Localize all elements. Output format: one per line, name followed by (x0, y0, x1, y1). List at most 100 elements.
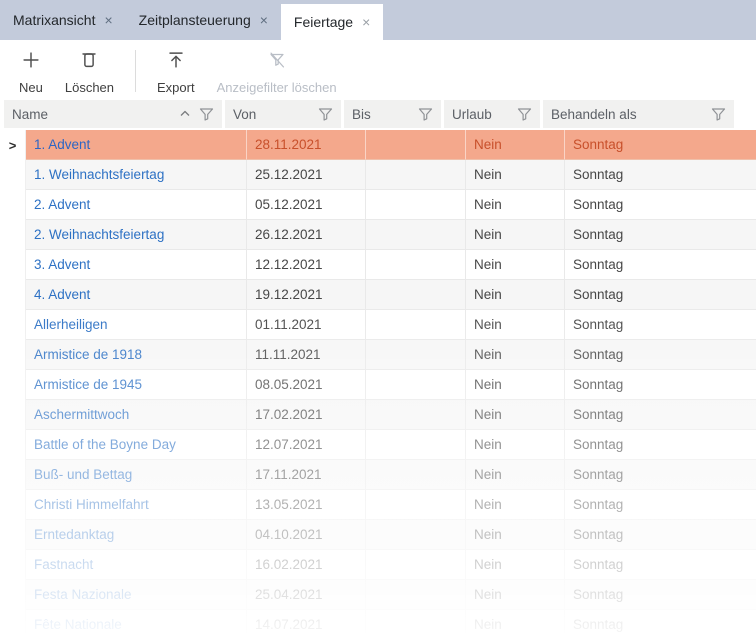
holiday-name-link[interactable]: 1. Weihnachtsfeiertag (34, 167, 164, 182)
column-label: Urlaub (452, 107, 492, 122)
holiday-name-link[interactable]: Buß- und Bettag (34, 467, 132, 482)
row-selection-indicator (0, 340, 26, 370)
bis-cell (366, 520, 466, 550)
tab-feiertage[interactable]: Feiertage × (281, 4, 383, 40)
table-row[interactable]: Allerheiligen01.11.2021NeinSonntag (0, 310, 756, 340)
von-cell-text: 17.11.2021 (255, 467, 322, 482)
bis-cell (366, 190, 466, 220)
tab-label: Matrixansicht (13, 12, 95, 28)
holiday-name-link[interactable]: Fête Nationale (34, 617, 122, 632)
behandeln-als-cell: Sonntag (565, 220, 756, 250)
row-selection-indicator (0, 550, 26, 580)
von-cell: 28.11.2021 (247, 130, 366, 160)
behandeln-als-cell-text: Sonntag (573, 377, 623, 392)
holiday-name-link[interactable]: Aschermittwoch (34, 407, 129, 422)
row-selection-indicator (0, 580, 26, 610)
holiday-name-link[interactable]: Christi Himmelfahrt (34, 497, 149, 512)
holiday-name-link[interactable]: Fastnacht (34, 557, 93, 572)
filter-icon[interactable] (711, 107, 726, 122)
column-header-behandeln-als[interactable]: Behandeln als (543, 100, 734, 130)
behandeln-als-cell: Sonntag (565, 250, 756, 280)
export-button[interactable]: Export (146, 47, 206, 95)
von-cell-text: 13.05.2021 (255, 497, 323, 512)
table-row[interactable]: Battle of the Boyne Day12.07.2021NeinSon… (0, 430, 756, 460)
row-selection-indicator (0, 190, 26, 220)
holiday-name-link[interactable]: Erntedanktag (34, 527, 114, 542)
table-row[interactable]: Buß- und Bettag17.11.2021NeinSonntag (0, 460, 756, 490)
holiday-name-cell: Aschermittwoch (26, 400, 247, 430)
table-row[interactable]: Armistice de 191811.11.2021NeinSonntag (0, 340, 756, 370)
holiday-name-link[interactable]: Battle of the Boyne Day (34, 437, 176, 452)
table-row[interactable]: Armistice de 1945 08.05.2021 Nein Sonntag (0, 370, 756, 400)
row-selection-indicator (0, 490, 26, 520)
table-row[interactable]: Aschermittwoch17.02.2021NeinSonntag (0, 400, 756, 430)
column-header-urlaub[interactable]: Urlaub (444, 100, 543, 130)
behandeln-als-cell-text: Sonntag (573, 407, 623, 422)
holiday-name-cell: Fastnacht (26, 550, 247, 580)
urlaub-cell: Nein (466, 520, 565, 550)
column-label: Name (12, 107, 48, 122)
close-icon[interactable]: × (104, 12, 112, 28)
holiday-name-link[interactable]: Allerheiligen (34, 317, 108, 332)
column-label: Behandeln als (551, 107, 637, 122)
holiday-name-link[interactable]: Armistice de 1918 (34, 347, 142, 362)
behandeln-als-cell: Sonntag (565, 160, 756, 190)
von-cell-text: 17.02.2021 (255, 407, 323, 422)
holiday-name-cell: Festa Nazionale (26, 580, 247, 610)
column-header-von[interactable]: Von (225, 100, 344, 130)
table-row[interactable]: 2. Advent05.12.2021NeinSonntag (0, 190, 756, 220)
table-row[interactable]: >1. Advent28.11.2021NeinSonntag (0, 130, 756, 160)
trash-icon (78, 47, 100, 73)
holiday-name-cell: Allerheiligen (26, 310, 247, 340)
filter-icon[interactable] (517, 107, 532, 122)
column-header-bis[interactable]: Bis (344, 100, 444, 130)
table-row[interactable]: Erntedanktag04.10.2021NeinSonntag (0, 520, 756, 550)
table-row[interactable]: Fastnacht16.02.2021NeinSonntag (0, 550, 756, 580)
clear-display-filter-label: Anzeigefilter löschen (217, 80, 337, 95)
tab-zeitplansteuerung[interactable]: Zeitplansteuerung × (126, 0, 281, 40)
behandeln-als-cell-text: Sonntag (573, 257, 623, 272)
von-cell-text: 08.05.2021 (255, 377, 323, 392)
holiday-name-link[interactable]: 2. Advent (34, 197, 90, 212)
table-row[interactable]: Christi Himmelfahrt13.05.2021NeinSonntag (0, 490, 756, 520)
bis-cell (366, 250, 466, 280)
holiday-name-cell: 1. Advent (26, 130, 247, 160)
table-header: Name Von Bis Urlaub (0, 100, 756, 130)
von-cell-text: 14.07.2021 (255, 617, 323, 632)
table-row[interactable]: 4. Advent19.12.2021NeinSonntag (0, 280, 756, 310)
behandeln-als-cell: Sonntag (565, 280, 756, 310)
von-cell-text: 19.12.2021 (255, 287, 323, 302)
row-selection-indicator (0, 310, 26, 340)
column-header-name[interactable]: Name (4, 100, 225, 130)
behandeln-als-cell: Sonntag (565, 520, 756, 550)
von-cell-text: 25.12.2021 (255, 167, 323, 182)
filter-icon[interactable] (418, 107, 433, 122)
plus-icon (20, 47, 42, 73)
delete-button[interactable]: Löschen (54, 47, 125, 95)
new-button[interactable]: Neu (8, 47, 54, 95)
behandeln-als-cell: Sonntag (565, 580, 756, 610)
close-icon[interactable]: × (362, 14, 370, 30)
von-cell: 13.05.2021 (247, 490, 366, 520)
holiday-name-link[interactable]: Armistice de 1945 (34, 377, 142, 392)
holiday-name-link[interactable]: 3. Advent (34, 257, 90, 272)
holiday-name-link[interactable]: 4. Advent (34, 287, 90, 302)
tab-matrixansicht[interactable]: Matrixansicht × (0, 0, 126, 40)
table-row[interactable]: 2. Weihnachtsfeiertag26.12.2021NeinSonnt… (0, 220, 756, 250)
von-cell: 11.11.2021 (247, 340, 366, 370)
table-row[interactable]: Festa Nazionale25.04.2021NeinSonntag (0, 580, 756, 610)
close-icon[interactable]: × (260, 12, 268, 28)
von-cell: 26.12.2021 (247, 220, 366, 250)
holiday-name-link[interactable]: 2. Weihnachtsfeiertag (34, 227, 164, 242)
urlaub-cell: Nein (466, 490, 565, 520)
new-button-label: Neu (19, 80, 43, 95)
table-row[interactable]: Fête Nationale14.07.2021NeinSonntag (0, 610, 756, 633)
table-row[interactable]: 3. Advent12.12.2021NeinSonntag (0, 250, 756, 280)
clear-display-filter-button[interactable]: Anzeigefilter löschen (206, 47, 348, 95)
holiday-name-link[interactable]: 1. Advent (34, 137, 90, 152)
filter-icon[interactable] (199, 107, 214, 122)
holiday-name-link[interactable]: Festa Nazionale (34, 587, 132, 602)
urlaub-cell: Nein (466, 370, 565, 400)
table-row[interactable]: 1. Weihnachtsfeiertag25.12.2021NeinSonnt… (0, 160, 756, 190)
filter-icon[interactable] (318, 107, 333, 122)
